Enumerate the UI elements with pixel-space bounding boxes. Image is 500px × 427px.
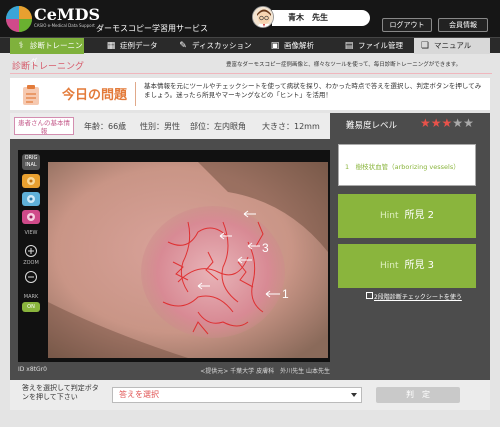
question-divider — [135, 82, 136, 106]
checklist-icon — [366, 292, 373, 299]
dots-icon — [27, 177, 35, 185]
mark-label: MARK — [23, 294, 39, 300]
stethoscope-icon: ⚕ — [18, 41, 24, 51]
filter-pattern-button[interactable] — [22, 192, 40, 206]
hint-finding-2-button[interactable]: Hint 所見 2 — [338, 194, 476, 238]
image-viewer: ORIG INAL VIEW ZOOM MARK ON 1 3 — [18, 150, 330, 362]
logo-subtitle: CASIO e-Medical Data Support — [34, 23, 95, 28]
avatar[interactable] — [252, 6, 274, 28]
nav-manual-label: マニュアル — [434, 41, 472, 50]
lesion-image-icon: 1 3 — [48, 162, 328, 358]
doctor-avatar-icon — [253, 7, 273, 27]
patient-site: 部位：左内眼角 — [190, 122, 246, 131]
grid-icon: ▦ — [106, 41, 116, 51]
nav-image-analysis[interactable]: ▣ 画像解析 — [264, 38, 338, 54]
star-icon: ★ — [430, 116, 442, 130]
zoom-out-icon — [25, 271, 37, 283]
judge-button[interactable]: 判 定 — [376, 387, 460, 403]
hint-2-prefix: Hint — [379, 211, 399, 221]
member-info-button[interactable]: 会員情報 — [438, 18, 488, 32]
patient-info-bar: 患者さんの基本情報 年齢：66歳 性別：男性 部位：左内眼角 大きさ：12mm — [10, 113, 330, 139]
logo-icon — [6, 6, 32, 32]
finding-1: 1 樹枝状血管（arborizing vessels） — [338, 144, 476, 186]
answer-select-value: 答えを選択 — [119, 390, 159, 399]
difficulty-stars: ★★★★★ — [420, 116, 474, 130]
main-nav: ⚕ 診断トレーニング ▦ 症例データ ✎ ディスカッション ▣ 画像解析 ▤ フ… — [0, 37, 500, 66]
dermoscopy-image: 1 3 — [48, 162, 328, 358]
nav-discussion[interactable]: ✎ ディスカッション — [172, 38, 258, 54]
nav-discussion-label: ディスカッション — [192, 41, 252, 50]
nav-files-label: ファイル管理 — [358, 41, 403, 50]
zoom-in-button[interactable] — [22, 244, 40, 258]
nav-cases-label: 症例データ — [120, 41, 158, 50]
view-label: VIEW — [24, 230, 38, 236]
finding-1-text: 1 樹枝状血管（arborizing vessels） — [345, 163, 460, 171]
zoom-in-icon — [25, 245, 37, 257]
service-name: ダーモスコピー学習用サービス — [96, 24, 208, 33]
user-name-text: 青木 先生 — [288, 13, 328, 22]
title-divider — [10, 73, 492, 74]
annotation-3: 3 — [262, 241, 269, 255]
original-toggle-button[interactable]: ORIG INAL — [22, 154, 40, 170]
image-id: ID x8tGr0 — [18, 366, 47, 373]
star-icon: ★ — [463, 116, 474, 130]
image-credit: <提供元> 千葉大学 皮膚科 外川先生 山本先生 — [200, 368, 330, 375]
nav-manual[interactable]: ❏ マニュアル — [414, 38, 490, 54]
question-title: 今日の問題 — [62, 88, 128, 103]
star-icon: ★ — [441, 116, 453, 130]
chevron-down-icon — [351, 393, 357, 397]
hint-3-label: 所見 3 — [404, 260, 435, 271]
nav-image-analysis-label: 画像解析 — [284, 41, 314, 50]
checklist-link[interactable]: 2段階診断チェックシートを使う — [374, 292, 462, 301]
zoom-label: ZOOM — [23, 260, 39, 266]
nav-files[interactable]: ▤ ファイル管理 — [338, 38, 414, 54]
book-icon: ❏ — [420, 41, 430, 51]
logo-text: CeMDS — [34, 5, 101, 24]
annotation-1: 1 — [282, 287, 289, 301]
patient-age: 年齢：66歳 — [84, 122, 127, 131]
vessel-icon — [27, 213, 35, 221]
answer-select[interactable]: 答えを選択 — [112, 387, 362, 403]
hint-3-prefix: Hint — [379, 261, 399, 271]
star-icon: ★ — [420, 116, 431, 130]
patient-sex: 性別：男性 — [140, 122, 180, 131]
chat-icon: ✎ — [179, 41, 187, 51]
image-meta: ID x8tGr0 <提供元> 千葉大学 皮膚科 外川先生 山本先生 — [18, 366, 330, 375]
logout-button[interactable]: ログアウト — [382, 18, 432, 32]
hint-2-label: 所見 2 — [404, 210, 435, 221]
star-icon: ★ — [452, 116, 464, 130]
zoom-out-button[interactable] — [22, 270, 40, 284]
question-panel: 今日の問題 基本情報を元にツールやチェックシートを使って病状を探り、わかった時点… — [10, 78, 490, 110]
nav-cases[interactable]: ▦ 症例データ — [100, 38, 174, 54]
user-name: 青木 先生 — [272, 10, 370, 26]
page-note: 豊富なダーモスコピー症例画像と、様々なツールを使って、毎日診断トレーニングができ… — [226, 62, 462, 68]
page-title: 診断トレーニング — [12, 62, 85, 72]
hint-finding-3-button[interactable]: Hint 所見 3 — [338, 244, 476, 288]
patient-info-badge: 患者さんの基本情報 — [14, 117, 74, 135]
mark-toggle[interactable]: ON — [22, 302, 40, 312]
nav-training[interactable]: ⚕ 診断トレーニング — [10, 38, 84, 66]
image-icon: ▣ — [270, 41, 280, 51]
filter-dots-button[interactable] — [22, 174, 40, 188]
filter-vessel-button[interactable] — [22, 210, 40, 224]
answer-prompt: 答えを選択して判定ボタンを押して下さい — [22, 384, 99, 401]
top-header: CeMDS CASIO e-Medical Data Support ダーモスコ… — [0, 0, 500, 37]
pattern-icon — [27, 195, 35, 203]
folder-icon: ▤ — [344, 41, 354, 51]
patient-size: 大きさ：12mm — [262, 122, 320, 131]
difficulty-label: 難易度レベル — [346, 121, 398, 131]
question-description: 基本情報を元にツールやチェックシートを使って病状を探り、わかった時点で答えを選択… — [144, 82, 482, 99]
clipboard-icon — [23, 85, 39, 105]
